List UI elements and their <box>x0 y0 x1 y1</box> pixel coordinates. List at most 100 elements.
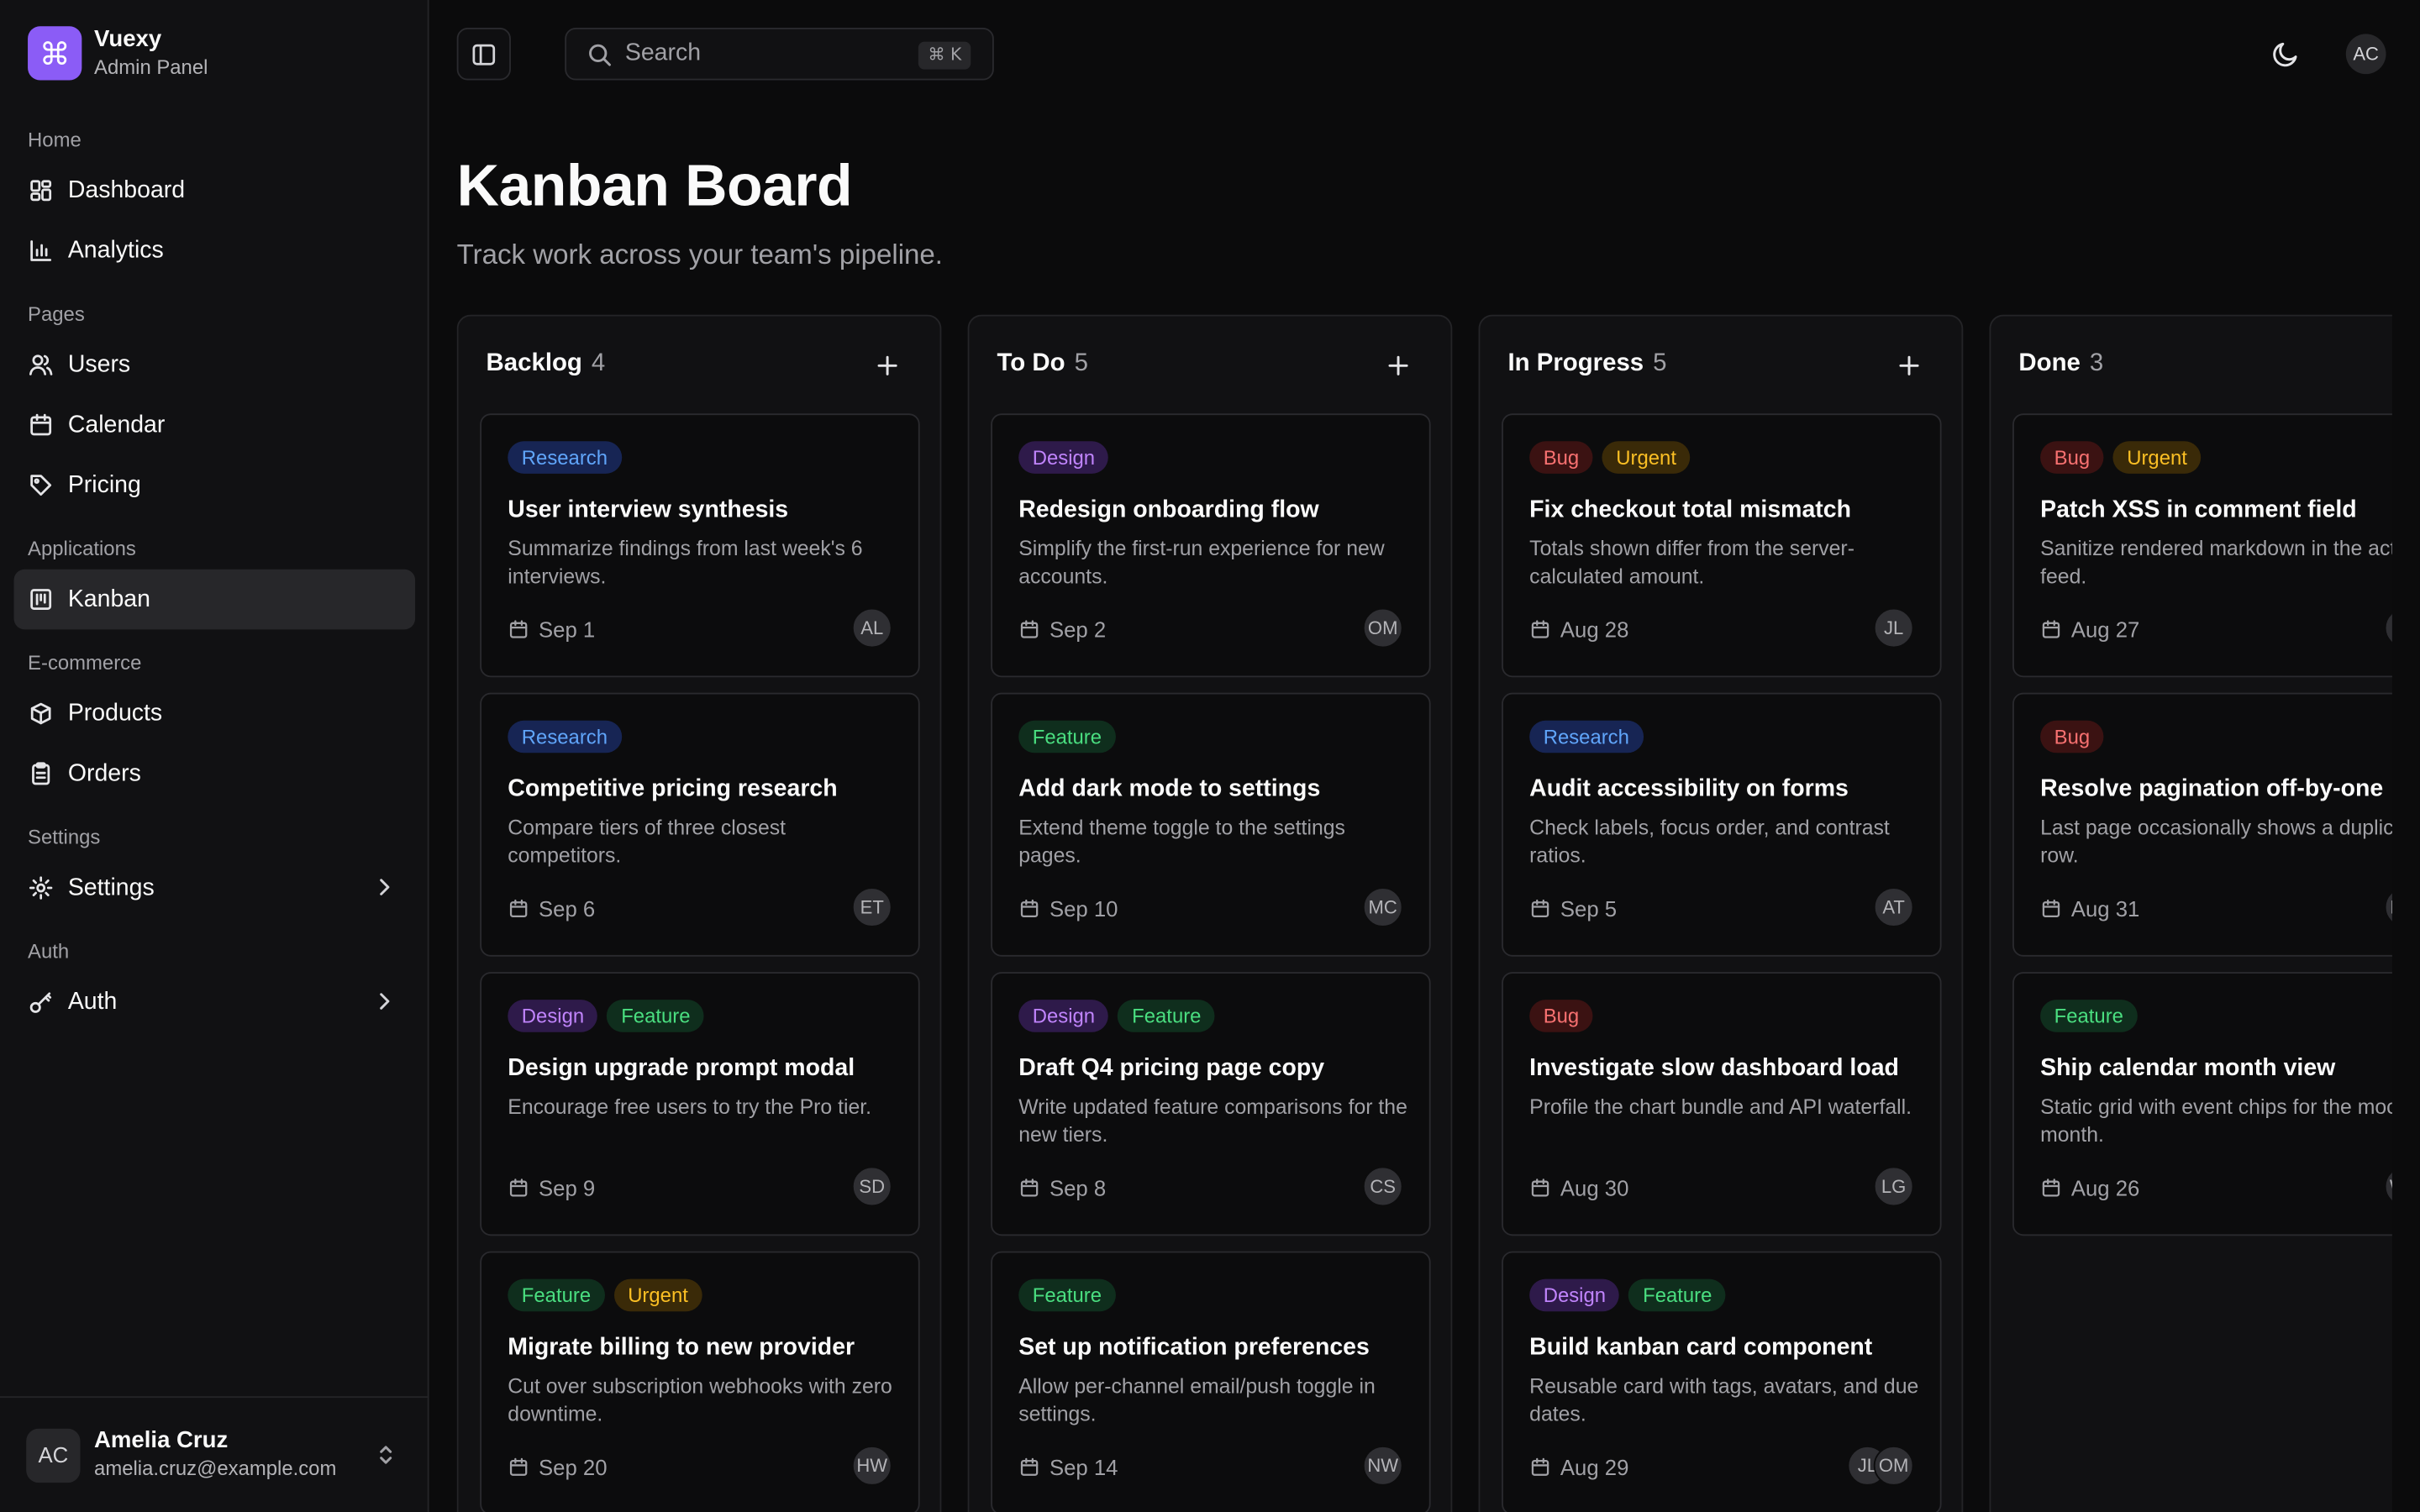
card-assignees: HW <box>851 1445 892 1486</box>
kanban-card[interactable]: Design Redesign onboarding flow Simplify t… <box>991 413 1431 678</box>
calendar-icon <box>2042 1179 2060 1197</box>
sidebar-item-settings[interactable]: Settings <box>14 858 416 918</box>
calendar-icon <box>509 1179 528 1197</box>
kanban-card[interactable]: Research User interview synthesis Summariz… <box>480 413 920 678</box>
assignee-avatar[interactable]: AL <box>851 607 892 648</box>
card-assignees: NW <box>1362 1445 1403 1486</box>
gear-icon <box>29 876 53 900</box>
kanban-card[interactable]: Design Feature Build kanban card component… <box>1502 1251 1942 1512</box>
sidebar-item-label: Calendar <box>67 411 166 438</box>
sidebar: ⌘ Vuexy Admin Panel Home Dashboard Analyti… <box>0 0 429 1512</box>
chevron-right-icon <box>380 993 390 1010</box>
card-title: Draft Q4 pricing page copy <box>1018 1055 1325 1082</box>
assignee-avatar[interactable]: OM <box>1362 607 1403 648</box>
add-card-icon[interactable] <box>1897 354 1921 378</box>
user-menu[interactable]: AC Amelia Cruz amelia.cruz@example.com <box>0 1396 429 1512</box>
assignee-avatar[interactable]: WS <box>2384 1166 2392 1207</box>
sidebar-item-analytics[interactable]: Analytics <box>14 221 416 281</box>
card-assignees: JL <box>1873 607 1914 648</box>
assignee-avatar[interactable]: SD <box>851 1166 892 1207</box>
kanban-card[interactable]: Feature Set up notification preferences Al… <box>991 1251 1431 1512</box>
sidebar-item-products[interactable]: Products <box>14 684 416 744</box>
calendar-icon <box>1020 899 1039 918</box>
assignee-avatar[interactable]: HW <box>851 1445 892 1486</box>
sidebar-item-label: Users <box>67 350 131 378</box>
calendar-icon <box>1020 1179 1039 1197</box>
card-due-date: Aug 29 <box>1529 1455 1628 1479</box>
assignee-avatar[interactable]: CS <box>1362 1166 1403 1207</box>
assignee-avatar[interactable]: ET <box>851 887 892 927</box>
card-due-date: Sep 20 <box>508 1455 608 1480</box>
sidebar-item-auth[interactable]: Auth <box>14 972 416 1032</box>
add-card-icon[interactable] <box>1386 354 1410 378</box>
column-count: 4 <box>591 349 606 377</box>
sidebar-item-dashboard[interactable]: Dashboard <box>14 160 416 221</box>
kanban-card[interactable]: Research Audit accessibility on forms Chec… <box>1502 692 1942 957</box>
due-date-text: Sep 8 <box>1049 1175 1107 1200</box>
card-tags: Design Feature <box>1018 1000 1224 1032</box>
due-date-text: Aug 29 <box>1560 1455 1629 1480</box>
add-card-icon[interactable] <box>875 354 899 378</box>
kanban-card[interactable]: Feature Add dark mode to settings Extend t… <box>991 692 1431 957</box>
tag-bug: Bug <box>1529 441 1593 474</box>
due-date-text: Sep 1 <box>539 617 596 643</box>
due-date-text: Aug 30 <box>1560 1175 1629 1200</box>
card-assignees: MC <box>1362 887 1403 927</box>
assignee-avatar[interactable]: NW <box>1362 1445 1403 1486</box>
search-box[interactable]: ⌘ K <box>565 28 994 81</box>
assignee-avatar[interactable]: OM <box>1873 1445 1914 1486</box>
kanban-card[interactable]: Bug Urgent Patch XSS in comment field Sanit… <box>2012 413 2392 678</box>
sidebar-item-label: Pricing <box>67 471 141 498</box>
due-date-text: Sep 20 <box>539 1455 608 1480</box>
card-tags: Design <box>1018 441 1118 474</box>
kanban-card[interactable]: Bug Investigate slow dashboard load Profil… <box>1502 972 1942 1236</box>
kanban-card[interactable]: Bug Urgent Fix checkout total mismatch Tota… <box>1502 413 1942 678</box>
tag-feature: Feature <box>1018 720 1116 753</box>
assignee-avatar[interactable]: MC <box>1362 887 1403 927</box>
column-header: To Do 5 <box>997 350 1088 378</box>
column-backlog: Backlog 4 Research User interview synthesis… <box>456 314 942 1512</box>
assignee-avatar[interactable]: LG <box>1873 1166 1914 1207</box>
sidebar-item-kanban[interactable]: Kanban <box>13 569 416 630</box>
calendar-icon <box>1020 620 1039 638</box>
column-count: 3 <box>2089 349 2104 377</box>
kanban-icon <box>30 589 52 610</box>
brand[interactable]: ⌘ Vuexy Admin Panel <box>28 26 208 81</box>
top-avatar[interactable]: AC <box>2345 34 2386 75</box>
sidebar-item-orders[interactable]: Orders <box>14 743 416 804</box>
sidebar-item-pricing[interactable]: Pricing <box>14 455 416 516</box>
assignee-avatar[interactable]: JL <box>1873 607 1914 648</box>
column-in-progress: In Progress 5 Bug Urgent Fix checkout total … <box>1478 314 1964 1512</box>
sidebar-item-label: Kanban <box>67 585 150 612</box>
kanban-card[interactable]: Bug Resolve pagination off-by-one Last pag… <box>2012 692 2392 957</box>
card-due-date: Aug 28 <box>1529 617 1628 642</box>
brand-subtitle: Admin Panel <box>94 55 208 79</box>
card-title: Redesign onboarding flow <box>1018 496 1319 523</box>
assignee-avatar[interactable]: AT <box>1873 887 1914 927</box>
search-input[interactable] <box>624 39 903 68</box>
kanban-card[interactable]: Research Competitive pricing research Comp… <box>480 692 920 957</box>
moon-icon[interactable] <box>2270 39 2302 70</box>
package-icon <box>30 702 51 725</box>
kanban-card[interactable]: Design Feature Draft Q4 pricing page copy W… <box>991 972 1431 1236</box>
card-title: Ship calendar month view <box>2040 1055 2336 1082</box>
tag-design: Design <box>1018 441 1109 474</box>
sidebar-item-users[interactable]: Users <box>14 335 416 396</box>
sidebar-item-label: Products <box>67 699 163 727</box>
column-done: Done 3 Bug Urgent Patch XSS in comment field… <box>1989 314 2392 1512</box>
kanban-card[interactable]: Feature Urgent Migrate billing to new prov… <box>480 1251 920 1512</box>
assignee-avatar[interactable]: JL <box>2384 607 2392 648</box>
kanban-card[interactable]: Feature Ship calendar month view Static gr… <box>2012 972 2392 1236</box>
card-tags: Bug <box>1529 1000 1602 1032</box>
tag-research: Research <box>508 441 622 474</box>
calendar-icon <box>30 413 52 436</box>
sidebar-toggle-button[interactable] <box>456 28 511 81</box>
chevron-right-icon <box>380 879 390 895</box>
column-title: To Do <box>997 349 1065 377</box>
topbar: ⌘ K AC <box>430 0 2420 108</box>
kanban-card[interactable]: Design Feature Design upgrade prompt modal… <box>480 972 920 1236</box>
calendar-icon <box>509 1457 528 1476</box>
tag-bug: Bug <box>2040 720 2104 753</box>
assignee-avatar[interactable]: MC <box>2384 887 2392 927</box>
sidebar-item-calendar[interactable]: Calendar <box>14 395 416 455</box>
